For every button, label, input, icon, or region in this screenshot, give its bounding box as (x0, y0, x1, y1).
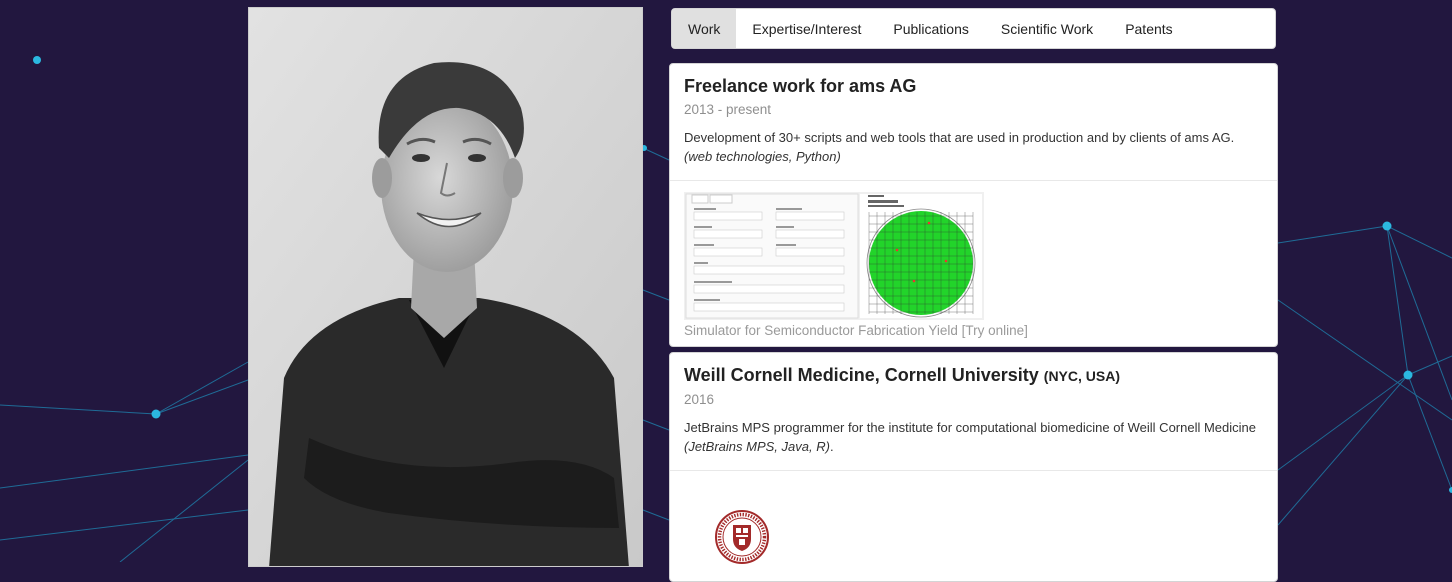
job-title: Weill Cornell Medicine, Cornell Universi… (684, 363, 1263, 388)
job-description-text: JetBrains MPS programmer for the institu… (684, 420, 1257, 435)
job-description: JetBrains MPS programmer for the institu… (684, 418, 1263, 456)
tab-patents[interactable]: Patents (1109, 9, 1188, 48)
tab-work[interactable]: Work (672, 9, 737, 48)
job-description-end: . (829, 439, 834, 454)
job-card-cornell: Weill Cornell Medicine, Cornell Universi… (669, 352, 1278, 582)
job-description: Development of 30+ scripts and web tools… (684, 128, 1263, 166)
job-period: 2016 (684, 392, 715, 407)
try-online-link[interactable]: [Try online] (962, 323, 1028, 338)
cornell-seal-icon (715, 510, 769, 564)
tab-scientific-work[interactable]: Scientific Work (985, 9, 1109, 48)
tab-publications[interactable]: Publications (877, 9, 985, 48)
screenshot-caption: Simulator for Semiconductor Fabrication … (684, 323, 1263, 338)
portrait-photo (249, 8, 642, 566)
job-description-text: Development of 30+ scripts and web tools… (684, 130, 1235, 145)
job-technologies: (web technologies, Python) (684, 149, 841, 164)
job-location: (NYC, USA) (1043, 368, 1121, 384)
tab-expertise-interest[interactable]: Expertise/Interest (736, 9, 877, 48)
yield-simulator-screenshot[interactable] (684, 192, 984, 320)
job-technologies: (JetBrains MPS, Java, R) (684, 439, 830, 454)
caption-text: Simulator for Semiconductor Fabrication … (684, 323, 958, 338)
job-title-text: Weill Cornell Medicine, Cornell Universi… (684, 365, 1039, 385)
profile-photo (248, 7, 643, 567)
job-period: 2013 - present (684, 102, 772, 117)
job-card-ams: Freelance work for ams AG 2013 - present… (669, 63, 1278, 347)
section-tabs: Work Expertise/Interest Publications Sci… (671, 8, 1276, 49)
job-title: Freelance work for ams AG (684, 76, 917, 96)
